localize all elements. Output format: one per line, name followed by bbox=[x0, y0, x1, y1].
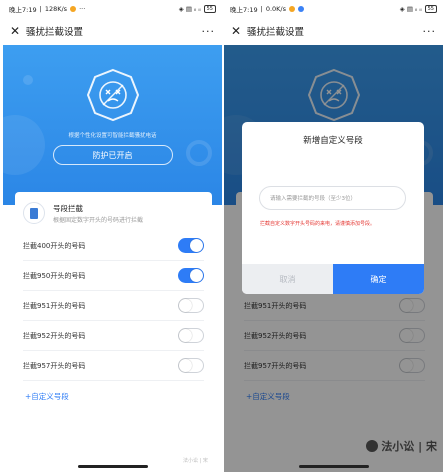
status-bar: 晚上7:19 | 0.0K/s ◈ ▤ ᵢₗ ᵢₗ 55 bbox=[224, 0, 443, 17]
battery-icon: 55 bbox=[424, 4, 437, 13]
more-menu-icon[interactable]: ··· bbox=[202, 25, 216, 38]
protection-status-button[interactable]: 防护已开启 bbox=[52, 145, 173, 165]
block-row-952: 拦截952开头的号码 bbox=[23, 321, 204, 351]
row-label: 拦截952开头的号码 bbox=[23, 331, 86, 340]
row-label: 拦截951开头的号码 bbox=[23, 301, 86, 310]
close-icon[interactable]: ✕ bbox=[231, 24, 245, 38]
hero-description: 根据个性化设置可智能拦截骚扰电话 bbox=[68, 133, 157, 139]
block-row-400: 拦截400开头的号码 bbox=[23, 231, 204, 261]
decor-dot bbox=[23, 75, 33, 85]
decor-ring bbox=[186, 140, 212, 166]
add-custom-prefix-link[interactable]: +自定义号段 bbox=[25, 391, 69, 402]
decor-bubble bbox=[3, 115, 45, 175]
block-row-951: 拦截951开头的号码 bbox=[23, 291, 204, 321]
watermark: 法小讼 | 宋 bbox=[366, 438, 437, 454]
status-time: 晚上7:19 bbox=[9, 5, 37, 14]
right-phone-screen: 晚上7:19 | 0.0K/s ◈ ▤ ᵢₗ ᵢₗ 55 ✕ 骚扰拦截设置 ··… bbox=[224, 0, 443, 472]
cancel-button[interactable]: 取消 bbox=[242, 264, 333, 294]
row-label: 拦截400开头的号码 bbox=[23, 241, 86, 250]
toggle-switch[interactable] bbox=[178, 328, 204, 343]
block-row-957: 拦截957开头的号码 bbox=[23, 351, 204, 381]
notification-icon bbox=[298, 5, 304, 12]
home-indicator bbox=[298, 465, 369, 468]
blocked-face-icon bbox=[85, 67, 141, 123]
page-title: 骚扰拦截设置 bbox=[247, 27, 305, 38]
left-phone-screen: 晚上7:19 | 128K/s ··· ◈ ▤ ᵢₗ ᵢₗ 55 ✕ 骚扰拦截设… bbox=[3, 0, 222, 472]
status-extra: ··· bbox=[79, 4, 86, 13]
status-speed: 0.0K/s bbox=[265, 4, 286, 13]
title-bar: ✕ 骚扰拦截设置 ··· bbox=[3, 17, 222, 45]
home-indicator bbox=[77, 465, 148, 468]
toggle-switch[interactable] bbox=[178, 268, 204, 283]
toggle-switch[interactable] bbox=[178, 238, 204, 253]
status-time: 晚上7:19 bbox=[230, 5, 258, 14]
document-icon bbox=[23, 202, 45, 224]
notification-icon bbox=[70, 5, 77, 12]
dialog-warning: 拦截自定义数字开头号码的来电，请谨慎添加号段。 bbox=[260, 221, 376, 227]
notification-icon bbox=[289, 5, 295, 12]
close-icon[interactable]: ✕ bbox=[10, 24, 24, 38]
status-speed: 128K/s bbox=[44, 4, 68, 13]
signal-icon: ◈ ▤ ᵢₗ ᵢₗ bbox=[399, 4, 422, 13]
battery-icon: 55 bbox=[203, 4, 216, 13]
toggle-switch[interactable] bbox=[178, 298, 204, 313]
title-bar: ✕ 骚扰拦截设置 ··· bbox=[224, 17, 443, 45]
more-menu-icon[interactable]: ··· bbox=[423, 25, 437, 38]
signal-icon: ◈ ▤ ᵢₗ ᵢₗ bbox=[178, 4, 201, 13]
card-title: 号段拦截 bbox=[53, 203, 83, 213]
dialog-title: 新增自定义号段 bbox=[303, 136, 363, 146]
block-row-950: 拦截950开头的号码 bbox=[23, 261, 204, 291]
card-subtitle: 根据固定数字开头的号码进行拦截 bbox=[53, 216, 144, 224]
protection-hero: 根据个性化设置可智能拦截骚扰电话 防护已开启 bbox=[3, 45, 222, 205]
row-label: 拦截950开头的号码 bbox=[23, 271, 86, 280]
number-block-card: 号段拦截 根据固定数字开头的号码进行拦截 拦截400开头的号码 拦截950开头的… bbox=[15, 192, 212, 462]
toggle-switch[interactable] bbox=[178, 358, 204, 373]
prefix-input[interactable]: 请输入需要拦截的号段（至少3位） bbox=[259, 186, 406, 210]
add-prefix-dialog: 新增自定义号段 请输入需要拦截的号段（至少3位） 拦截自定义数字开头号码的来电，… bbox=[242, 122, 424, 294]
confirm-button[interactable]: 确定 bbox=[333, 264, 424, 294]
wechat-icon bbox=[366, 440, 379, 452]
watermark-small: 法小讼 | 宋 bbox=[183, 458, 208, 464]
status-bar: 晚上7:19 | 128K/s ··· ◈ ▤ ᵢₗ ᵢₗ 55 bbox=[3, 0, 222, 17]
watermark-text: 法小讼 | 宋 bbox=[381, 440, 437, 453]
card-header: 号段拦截 根据固定数字开头的号码进行拦截 bbox=[23, 198, 204, 228]
page-title: 骚扰拦截设置 bbox=[26, 27, 84, 38]
row-label: 拦截957开头的号码 bbox=[23, 361, 86, 370]
